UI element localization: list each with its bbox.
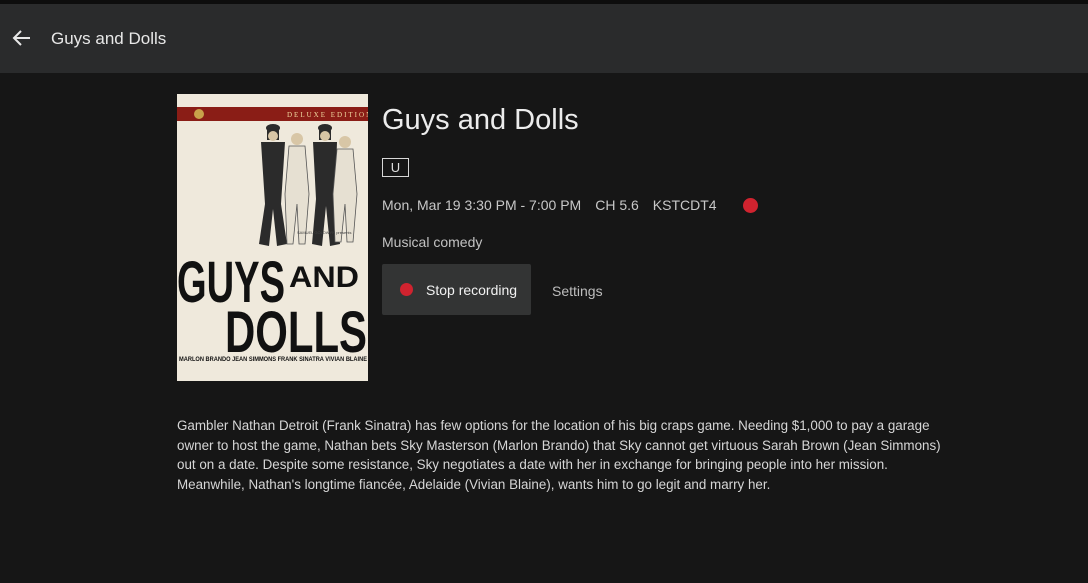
program-description: Gambler Nathan Detroit (Frank Sinatra) h…: [177, 418, 941, 492]
arrow-left-icon: [12, 30, 30, 46]
poster-title-and: AND: [289, 261, 359, 294]
stop-recording-button[interactable]: Stop recording: [382, 264, 531, 315]
settings-button[interactable]: Settings: [552, 283, 603, 299]
channel-number: CH 5.6: [595, 197, 639, 213]
poster-studio-text: SAMUEL GOLDWYN presents: [297, 230, 352, 235]
poster-image: DELUXE EDITION SAMUEL GOLDWYN presents G…: [177, 94, 368, 381]
poster-edition-text: DELUXE EDITION: [287, 111, 368, 119]
top-bar: Guys and Dolls: [0, 0, 1088, 73]
stop-recording-label: Stop recording: [426, 281, 518, 298]
recording-indicator-icon: [742, 197, 758, 213]
airing-time: Mon, Mar 19 3:30 PM - 7:00 PM: [382, 197, 582, 213]
program-title: Guys and Dolls: [382, 104, 579, 136]
poster-credits: MARLON BRANDO JEAN SIMMONS FRANK SINATRA…: [179, 356, 367, 363]
rating-badge: U: [382, 158, 409, 177]
page-title: Guys and Dolls: [51, 29, 167, 48]
back-button[interactable]: [8, 24, 36, 52]
genre-label: Musical comedy: [382, 234, 483, 250]
station-name: KSTCDT4: [652, 197, 717, 213]
program-meta: Mon, Mar 19 3:30 PM - 7:00 PM CH 5.6 KST…: [382, 197, 758, 213]
record-dot-icon: [400, 283, 413, 296]
